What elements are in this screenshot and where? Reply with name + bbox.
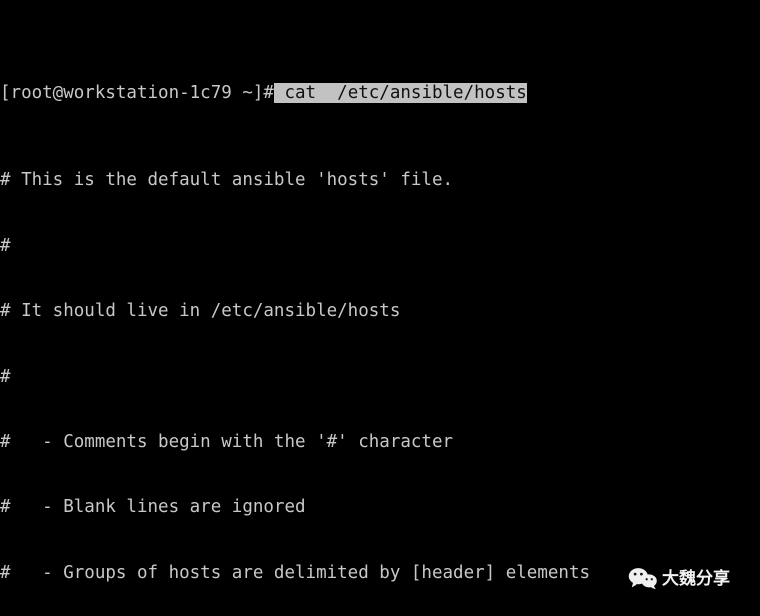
terminal-prompt-line[interactable]: [root@workstation-1c79 ~]# cat /etc/ansi… <box>0 83 760 105</box>
terminal-output-line: # This is the default ansible 'hosts' fi… <box>0 170 454 191</box>
terminal-window[interactable]: [root@workstation-1c79 ~]# cat /etc/ansi… <box>0 0 760 616</box>
shell-prompt: [root@workstation-1c79 ~]# <box>0 83 274 104</box>
terminal-output-line: # <box>0 235 11 256</box>
terminal-output-line: # <box>0 366 11 387</box>
terminal-output-line: # - Groups of hosts are delimited by [he… <box>0 562 591 583</box>
terminal-screen[interactable]: [root@workstation-1c79 ~]# cat /etc/ansi… <box>0 0 760 616</box>
terminal-output-line: # - Comments begin with the '#' characte… <box>0 431 454 452</box>
terminal-output-line: # It should live in /etc/ansible/hosts <box>0 301 401 322</box>
terminal-output-line: # - Blank lines are ignored <box>0 497 306 518</box>
selected-command-text[interactable]: cat /etc/ansible/hosts <box>273 83 527 104</box>
